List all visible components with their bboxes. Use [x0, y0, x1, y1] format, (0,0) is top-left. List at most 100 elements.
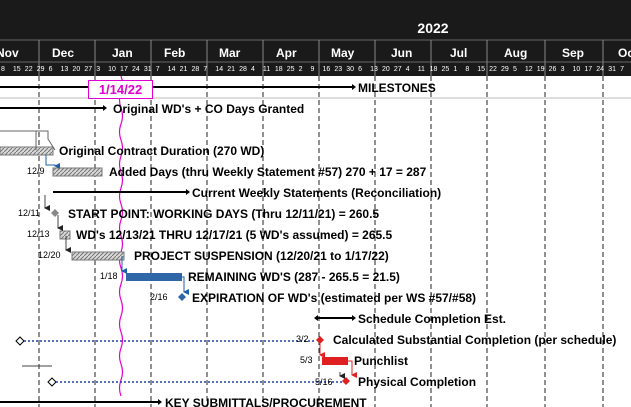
- task-bar-original-contract: [0, 146, 54, 156]
- date-punchlist: 5/3: [300, 355, 313, 365]
- date-added-days: 12/9: [27, 166, 45, 176]
- date-wds-1213: 12/13: [27, 229, 50, 239]
- day-label: 6: [358, 66, 363, 73]
- today-marker[interactable]: 1/14/22: [88, 80, 153, 99]
- day-label: 15: [477, 66, 486, 73]
- task-label-added-days[interactable]: Added Days (thru Weekly Statement #57) 2…: [109, 165, 426, 179]
- task-bar-wds-1213: [59, 230, 71, 240]
- day-label: 11: [417, 66, 425, 73]
- day-label: 13: [60, 66, 69, 73]
- day-label: 24: [596, 66, 605, 73]
- day-label: 26: [548, 66, 557, 73]
- day-label: 29: [501, 66, 509, 73]
- milestone-calc-substantial-icon: [316, 336, 324, 344]
- task-label-key-submittals[interactable]: KEY SUBMITTALS/PROCUREMENT: [165, 396, 367, 407]
- dependency-connector: [348, 360, 357, 378]
- month-label: Oct: [618, 46, 631, 60]
- day-label: 7: [203, 66, 208, 73]
- day-label: 24: [131, 66, 140, 73]
- summary-end-icon: [314, 315, 318, 321]
- day-label: 20: [72, 66, 81, 73]
- task-label-original-wds[interactable]: Original WD's + CO Days Granted: [113, 102, 304, 116]
- task-label-schedule-completion[interactable]: Schedule Completion Est.: [358, 312, 506, 326]
- month-label: Nov: [0, 46, 19, 60]
- year-label: 2022: [417, 20, 449, 36]
- day-label: 10: [572, 66, 581, 73]
- month-label: Jun: [391, 46, 413, 60]
- day-label: 13: [370, 66, 378, 73]
- day-label: 21: [227, 66, 235, 73]
- day-label: 25: [286, 66, 295, 73]
- day-label: 4: [405, 66, 410, 73]
- month-label: Dec: [52, 46, 75, 60]
- month-label: Jul: [450, 46, 468, 60]
- day-label: 8: [465, 66, 470, 73]
- day-label: 15: [12, 66, 21, 73]
- day-label: 28: [239, 66, 247, 73]
- day-label: 5: [512, 66, 517, 73]
- day-label: 20: [381, 66, 390, 73]
- month-label: Jan: [112, 46, 133, 60]
- summary-end-icon: [158, 399, 162, 405]
- day-label: 14: [215, 66, 224, 73]
- summary-end-icon: [352, 315, 356, 321]
- day-label: 3: [560, 66, 565, 73]
- dependency-connector: [45, 155, 60, 169]
- day-label: 28: [191, 66, 200, 73]
- summary-end-icon: [352, 84, 356, 90]
- day-label: 25: [441, 66, 450, 73]
- gantt-chart: 2022 Nov Dec Jan Feb Mar Apr May Jun Jul Aug Sep Oc…: [0, 0, 631, 407]
- task-label-expiration[interactable]: EXPIRATION OF WD's (estimated per WS #57…: [192, 291, 476, 305]
- task-bar-added-days: [52, 167, 103, 177]
- task-label-wds-1213[interactable]: WD's 12/13/21 THRU 12/17/21 (5 WD's assu…: [76, 228, 392, 242]
- day-label: 27: [393, 66, 402, 73]
- milestone-baseline-icon: [15, 336, 25, 346]
- task-label-start-point[interactable]: START POINT: WORKING DAYS (Thru 12/11/21…: [68, 207, 379, 221]
- summary-end-icon: [186, 189, 190, 195]
- day-label: 10: [108, 66, 116, 73]
- task-label-suspension[interactable]: PROJECT SUSPENSION (12/20/21 to 1/17/22): [134, 249, 389, 263]
- day-label: 21: [179, 66, 188, 73]
- day-label: 12: [524, 66, 533, 73]
- task-label-milestones[interactable]: MILESTONES: [358, 81, 436, 95]
- milestone-baseline-icon: [47, 377, 57, 387]
- day-label: 22: [24, 66, 33, 73]
- task-bar-punchlist: [322, 357, 348, 365]
- day-label: 22: [489, 66, 497, 73]
- task-label-original-contract[interactable]: Original Contract Duration (270 WD): [59, 144, 264, 158]
- task-label-current-weekly[interactable]: Current Weekly Statements (Reconciliatio…: [192, 186, 441, 200]
- date-calc-substantial: 3/2: [296, 334, 309, 344]
- task-label-calc-substantial[interactable]: Calculated Substantial Completion (per s…: [333, 333, 616, 347]
- task-bar-suspension: [71, 251, 125, 261]
- month-label: Mar: [219, 46, 241, 60]
- month-label: Sep: [562, 46, 585, 60]
- task-label-punchlist[interactable]: Punchlist: [354, 354, 408, 368]
- milestone-physical-icon: [342, 377, 350, 385]
- day-label: 31: [608, 66, 616, 73]
- day-label: 31: [143, 66, 152, 73]
- month-label: Apr: [276, 46, 297, 60]
- day-label: 8: [1, 66, 5, 73]
- day-label: 7: [155, 66, 160, 73]
- day-label: 2: [298, 66, 303, 73]
- day-label: 17: [120, 66, 128, 73]
- day-label: 23: [334, 66, 343, 73]
- day-label: 27: [84, 66, 93, 73]
- day-label: 4: [251, 66, 255, 73]
- month-label: Feb: [164, 46, 186, 60]
- day-label: 3: [96, 66, 101, 73]
- day-label: 17: [584, 66, 593, 73]
- milestone-expiration-icon: [178, 293, 186, 301]
- date-remaining: 1/18: [100, 271, 118, 281]
- date-physical: 5/16: [315, 377, 333, 387]
- summary-end-icon: [103, 105, 107, 111]
- date-suspension: 12/20: [38, 250, 61, 260]
- day-label: 30: [346, 66, 355, 73]
- task-label-physical[interactable]: Physical Completion: [358, 375, 476, 389]
- month-label: Aug: [504, 46, 528, 60]
- task-label-remaining[interactable]: REMAINING WD'S (287 - 265.5 = 21.5): [188, 270, 400, 284]
- day-label: 14: [167, 66, 176, 73]
- day-label: 16: [322, 66, 331, 73]
- date-expiration: 2/16: [150, 292, 168, 302]
- date-start-point: 12/11: [18, 208, 40, 218]
